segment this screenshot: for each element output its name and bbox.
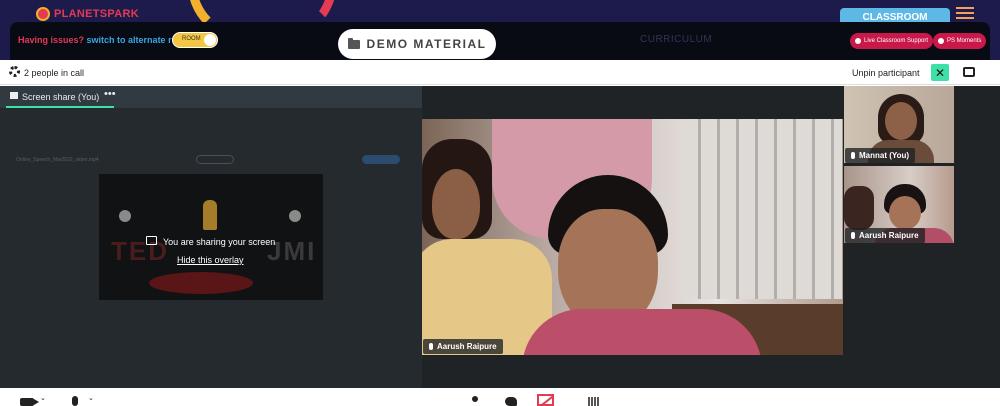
student-name-tag: Aarush Raipure <box>845 228 925 243</box>
participant-figure <box>844 186 874 230</box>
sharing-message: You are sharing your screen <box>163 237 276 247</box>
layout-icon[interactable] <box>963 67 975 77</box>
student-name: Aarush Raipure <box>859 231 919 240</box>
gear-icon[interactable] <box>9 66 20 77</box>
speaker-figure <box>203 200 217 230</box>
hamburger-menu-icon[interactable] <box>956 7 974 19</box>
screen-share-icon <box>146 236 157 245</box>
screen-share-tab[interactable]: Screen share (You) <box>22 92 99 102</box>
video-background <box>682 119 842 299</box>
participant-figure <box>889 196 921 230</box>
main-participant-video[interactable] <box>422 119 843 355</box>
chat-icon[interactable] <box>505 397 517 406</box>
preview-sign-left: TED <box>111 236 169 266</box>
logo-text: PLANETSPARK <box>54 8 139 20</box>
main-participant-name-tag: Aarush Raipure <box>423 339 503 354</box>
stop-share-icon[interactable] <box>537 394 554 406</box>
issues-question: Having issues? <box>18 35 85 45</box>
live-classroom-support-button[interactable]: Live Classroom Support <box>850 33 934 49</box>
demo-material-label: DEMO MATERIAL <box>366 37 487 51</box>
unpin-participant-button[interactable]: ✕ <box>931 64 949 81</box>
ps-moments-label: PS Moments <box>947 38 982 44</box>
person-icon[interactable] <box>470 396 480 406</box>
mic-icon <box>851 152 855 159</box>
more-options-icon[interactable]: ••• <box>104 88 116 100</box>
self-name-tag: Mannat (You) <box>845 148 916 163</box>
stage-light <box>119 210 131 222</box>
participant-figure <box>522 309 762 355</box>
shared-screen-toolbar: Online_Speech_Mar2022_video.mp4 <box>6 155 416 166</box>
call-info-bar <box>0 61 1000 85</box>
ps-moments-button[interactable]: PS Moments <box>933 33 987 49</box>
unpin-participant-label: Unpin participant <box>852 68 920 78</box>
app-window: PLANETSPARK CLASSROOM Having issues? swi… <box>0 0 1000 406</box>
camera-options-icon[interactable]: ⌄ <box>40 394 46 402</box>
people-count: 2 people in call <box>24 68 85 78</box>
mic-icon <box>851 232 855 239</box>
shared-share-button <box>362 155 400 164</box>
active-tab-indicator <box>6 106 114 108</box>
logo-icon <box>36 7 50 21</box>
mic-icon[interactable] <box>72 396 78 406</box>
close-icon: ✕ <box>934 65 946 80</box>
toggle-knob <box>204 34 216 46</box>
live-support-label: Live Classroom Support <box>864 38 929 44</box>
participant-figure <box>432 169 480 239</box>
participant-figure <box>885 102 917 140</box>
main-participant-name: Aarush Raipure <box>437 342 497 351</box>
grid-icon[interactable] <box>588 397 599 406</box>
stage-floor <box>149 272 253 294</box>
mic-options-icon[interactable]: ⌄ <box>88 394 94 402</box>
mic-icon <box>429 343 433 350</box>
monitor-icon <box>10 92 18 99</box>
brand-logo[interactable]: PLANETSPARK <box>36 6 139 22</box>
shared-file-name: Online_Speech_Mar2022_video.mp4 <box>16 157 99 163</box>
toggle-label: ROOM <box>182 36 201 42</box>
alternate-room-prompt: Having issues? switch to alternate room <box>18 35 191 45</box>
moments-icon <box>938 38 944 44</box>
camera-icon[interactable] <box>20 398 39 406</box>
self-name: Mannat (You) <box>859 151 910 160</box>
demo-material-button[interactable]: DEMO MATERIAL <box>338 29 496 59</box>
shared-open-button <box>196 155 234 164</box>
folder-icon <box>347 37 360 49</box>
stage-light <box>289 210 301 222</box>
curriculum-tab[interactable]: CURRICULUM <box>640 34 712 45</box>
alternate-room-toggle[interactable]: ROOM <box>172 32 218 48</box>
hide-overlay-link[interactable]: Hide this overlay <box>177 255 244 265</box>
support-icon <box>855 38 861 44</box>
bottom-toolbar <box>0 388 1000 406</box>
